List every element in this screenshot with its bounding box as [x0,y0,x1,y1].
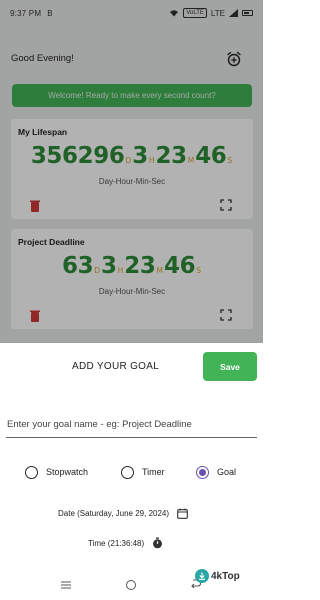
expand-icon[interactable] [220,309,232,321]
minutes-unit: M [156,266,163,275]
date-picker-row[interactable]: Date (Saturday, June 29, 2024) [58,506,188,520]
timer-card[interactable]: Project Deadline 63D3H23M46S Day-Hour-Mi… [11,229,253,329]
trash-icon[interactable] [29,309,41,322]
calendar-icon[interactable] [177,508,188,519]
radio-label: Goal [217,467,237,477]
seconds-unit: S [227,156,233,165]
hours-value: 3 [132,143,148,169]
signal-label: LTE [210,8,225,18]
nav-home-icon[interactable] [126,580,136,590]
radio-button-selected[interactable] [196,465,209,479]
radio-stopwatch[interactable]: Stopwatch [25,464,88,480]
sheet-title: ADD YOUR GOAL [72,361,160,372]
watermark-logo-icon [195,569,209,583]
minutes-value: 23 [155,143,187,169]
greeting-text: Good Evening! [11,53,74,64]
date-label: Date (Saturday, June 29, 2024) [58,508,170,518]
save-button[interactable]: Save [203,352,257,381]
goal-name-input[interactable] [6,412,257,438]
countdown-caption: Day-Hour-Min-Sec [98,177,166,186]
countdown-display: 63D3H23M46S [11,253,253,279]
status-indicators: VoLTE LTE [169,8,253,18]
volte-badge: VoLTE [183,8,207,18]
radio-label: Stopwatch [46,467,89,477]
days-value: 63 [62,253,94,279]
radio-button[interactable] [121,465,134,479]
hours-value: 3 [101,253,117,279]
minutes-unit: M [187,156,195,165]
radio-goal[interactable]: Goal [196,464,236,480]
wifi-icon [170,10,179,17]
radio-dot [199,468,206,476]
seconds-unit: S [196,266,201,275]
hours-unit: H [117,266,124,275]
nav-menu-icon[interactable] [61,581,71,589]
countdown-caption: Day-Hour-Min-Sec [98,287,166,296]
status-extra: B [47,8,53,18]
battery-icon [242,10,253,16]
countdown-display: 356296D3H23M46S [11,143,253,169]
time-label: Time (21:36:48) [88,538,145,548]
seconds-value: 46 [163,253,196,279]
timer-card[interactable]: My Lifespan 356296D3H23M46S Day-Hour-Min… [11,119,253,219]
welcome-banner: Welcome! Ready to make every second coun… [12,84,252,107]
days-value: 356296 [30,143,125,169]
radio-button[interactable] [25,465,38,479]
hours-unit: H [148,156,155,165]
seconds-value: 46 [195,143,227,169]
timer-title: Project Deadline [18,237,85,247]
background-app: 9:37 PM B VoLTE LTE Good Evening! Welcom… [0,0,263,343]
stopwatch-icon[interactable] [152,537,163,549]
minutes-value: 23 [124,253,156,279]
status-time: 9:37 PM [10,8,42,18]
trash-icon[interactable] [29,199,41,212]
radio-label: Timer [142,467,165,477]
status-bar: 9:37 PM B VoLTE LTE [0,0,263,26]
expand-icon[interactable] [220,199,232,211]
watermark: 4kTop [195,568,240,584]
watermark-text: 4kTop [211,570,240,582]
days-unit: D [125,156,132,165]
radio-timer[interactable]: Timer [121,464,165,480]
time-picker-row[interactable]: Time (21:36:48) [88,536,163,550]
days-unit: D [94,266,101,275]
add-alarm-button[interactable] [224,49,244,69]
signal-icon [229,9,238,17]
timer-title: My Lifespan [18,127,68,137]
alarm-add-icon [227,51,241,67]
